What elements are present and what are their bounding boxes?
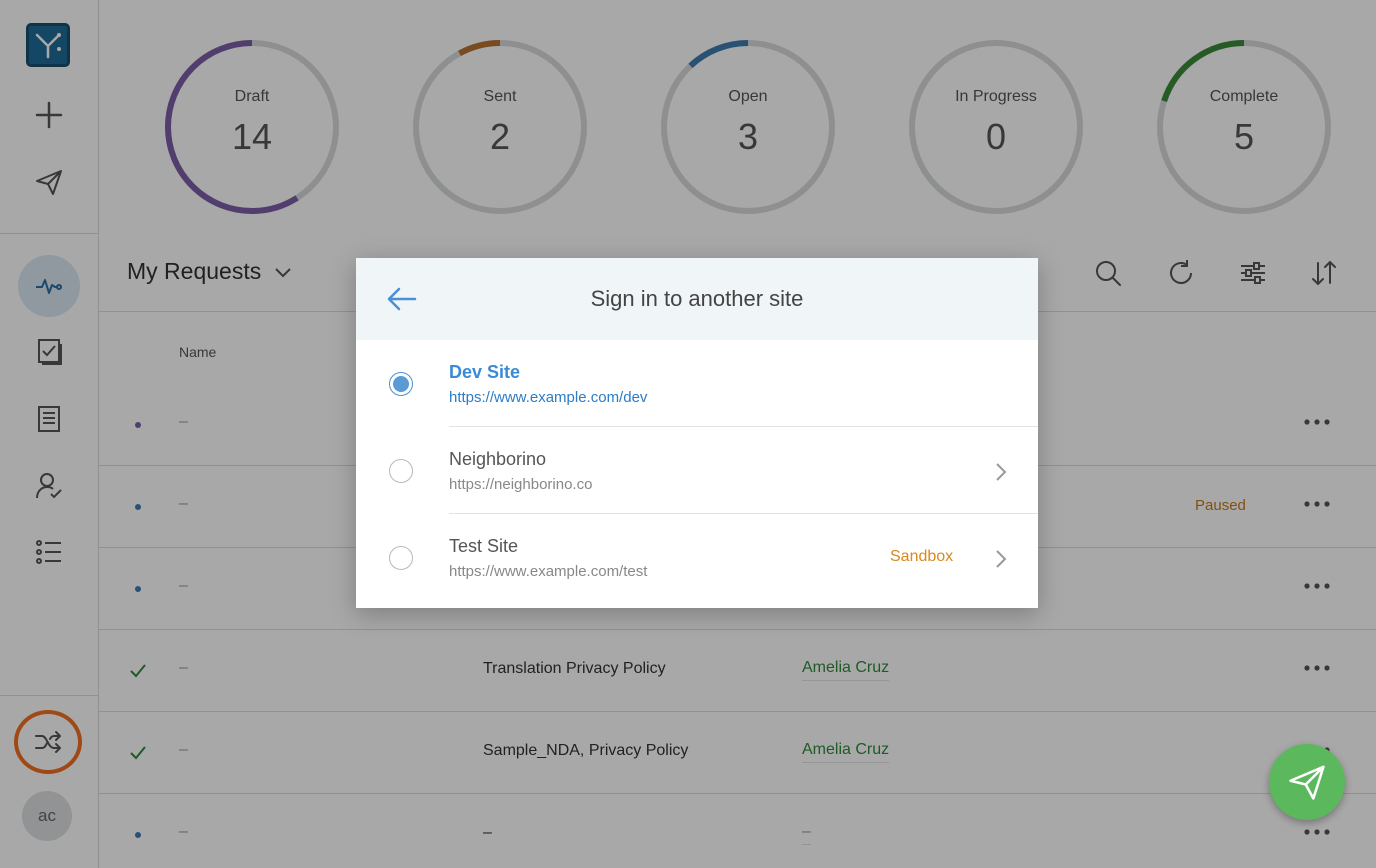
dialog-header: Sign in to another site (356, 258, 1038, 340)
site-name: Neighborino (449, 449, 547, 469)
site-option-test-site[interactable]: Test Site https://www.example.com/test San… (356, 514, 1038, 601)
site-name: Dev Site (449, 362, 521, 382)
chevron-right-icon (992, 548, 1010, 570)
site-url: https://www.example.com/dev (449, 389, 648, 406)
send-icon (1289, 765, 1325, 800)
chevron-right-icon (992, 461, 1010, 483)
switch-site-dialog: Sign in to another site Dev Site https://… (356, 258, 1038, 608)
site-radio[interactable] (389, 372, 413, 396)
site-url: https://neighborino.co (449, 476, 593, 493)
site-radio[interactable] (389, 546, 413, 570)
sandbox-badge: Sandbox (890, 548, 954, 565)
send-fab-button[interactable] (1269, 744, 1345, 820)
site-name: Test Site (449, 536, 519, 556)
site-radio[interactable] (389, 459, 413, 483)
site-option-dev-site[interactable]: Dev Site https://www.example.com/dev (356, 340, 1038, 427)
site-option-neighborino[interactable]: Neighborino https://neighborino.co (356, 427, 1038, 514)
site-url: https://www.example.com/test (449, 563, 648, 580)
dialog-title: Sign in to another site (590, 286, 804, 311)
